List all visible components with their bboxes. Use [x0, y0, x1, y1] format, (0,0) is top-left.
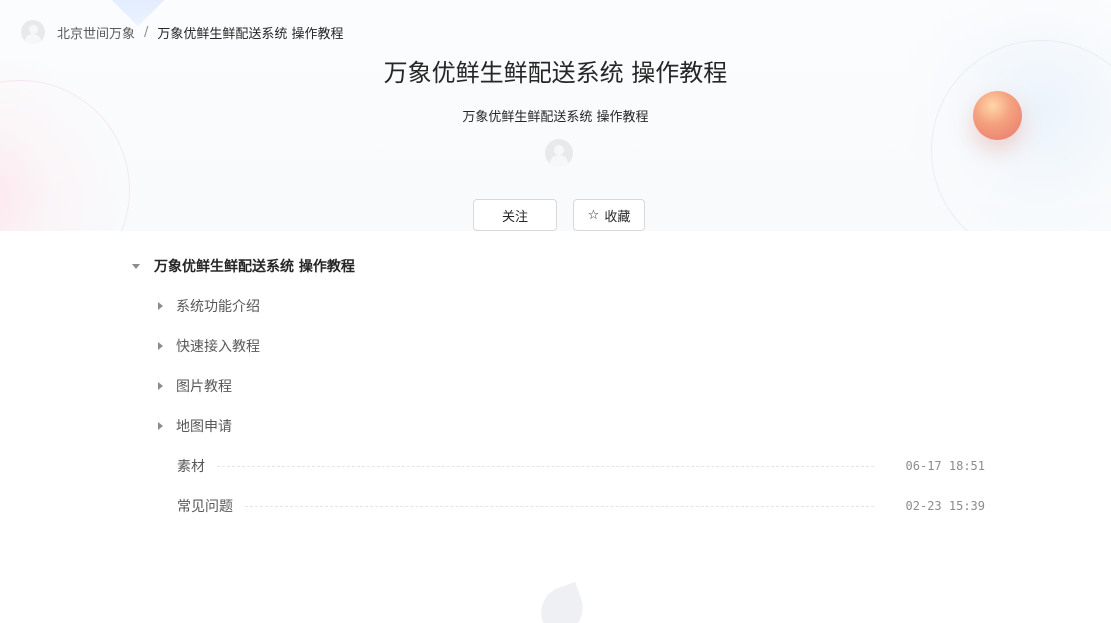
follow-button[interactable]: 关注 [473, 199, 557, 231]
author-avatar[interactable] [545, 139, 573, 167]
catalog-root[interactable]: 万象优鲜生鲜配送系统 操作教程 [130, 246, 355, 286]
book-description: 万象优鲜生鲜配送系统 操作教程 [462, 110, 649, 125]
catalog-group[interactable]: 快速接入教程 [158, 326, 260, 366]
catalog-group[interactable]: 系统功能介绍 [158, 286, 260, 326]
dotted-divider [217, 465, 874, 467]
catalog-group[interactable]: 地图申请 [158, 406, 232, 446]
star-button[interactable]: ☆ 收藏 [573, 199, 645, 231]
caret-right-icon[interactable] [158, 342, 163, 350]
breadcrumb: 北京世间万象 / 万象优鲜生鲜配送系统 操作教程 [21, 20, 344, 44]
catalog-group-label: 快速接入教程 [176, 339, 260, 355]
group-avatar[interactable] [21, 20, 45, 44]
catalog-group-label: 系统功能介绍 [176, 299, 260, 315]
catalog-doc-time: 02-23 15:39 [905, 499, 985, 513]
breadcrumb-group-link[interactable]: 北京世间万象 [57, 23, 135, 42]
breadcrumb-separator: / [144, 24, 149, 40]
caret-right-icon[interactable] [158, 302, 163, 310]
caret-down-icon[interactable] [132, 263, 140, 269]
catalog-doc[interactable]: 常见问题 02-23 15:39 [177, 486, 985, 526]
catalog-group-label: 地图申请 [176, 419, 232, 435]
catalog-group[interactable]: 图片教程 [158, 366, 232, 406]
catalog-doc-title[interactable]: 常见问题 [177, 496, 233, 516]
star-label: 收藏 [604, 209, 631, 225]
dotted-divider [245, 505, 874, 507]
breadcrumb-current[interactable]: 万象优鲜生鲜配送系统 操作教程 [157, 23, 343, 42]
catalog-group-label: 图片教程 [176, 379, 232, 395]
decorative-ring [0, 80, 130, 231]
page-title: 万象优鲜生鲜配送系统 操作教程 [383, 59, 728, 87]
catalog-root-label: 万象优鲜生鲜配送系统 操作教程 [154, 259, 355, 275]
star-icon: ☆ [587, 207, 600, 223]
caret-right-icon[interactable] [158, 422, 163, 430]
decorative-leaf [533, 581, 591, 623]
action-bar: 关注 ☆ 收藏 [473, 199, 645, 231]
catalog-doc[interactable]: 素材 06-17 18:51 [177, 446, 985, 486]
caret-right-icon[interactable] [158, 382, 163, 390]
catalog-doc-time: 06-17 18:51 [905, 459, 985, 473]
catalog-doc-title[interactable]: 素材 [177, 456, 205, 476]
